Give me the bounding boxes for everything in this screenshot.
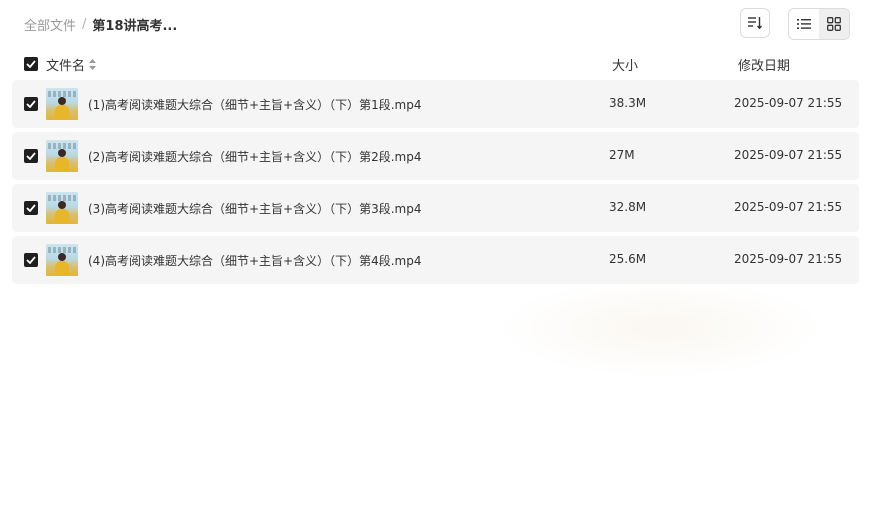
video-thumbnail — [46, 244, 78, 276]
file-name[interactable]: (4)高考阅读难题大综合（细节+主旨+含义）（下）第4段.mp4 — [88, 252, 422, 269]
file-size: 25.6M — [609, 252, 647, 266]
video-thumbnail — [46, 192, 78, 224]
file-row[interactable]: (3)高考阅读难题大综合（细节+主旨+含义）（下）第3段.mp4 32.8M 2… — [12, 184, 859, 232]
sort-icon — [748, 17, 763, 30]
file-name[interactable]: (3)高考阅读难题大综合（细节+主旨+含义）（下）第3段.mp4 — [88, 200, 422, 217]
background-glow — [496, 278, 826, 378]
list-view-button[interactable] — [789, 9, 819, 39]
breadcrumb-root-link[interactable]: 全部文件 — [24, 15, 76, 34]
table-header: 文件名 大小 修改日期 — [0, 54, 874, 74]
row-checkbox[interactable] — [24, 97, 38, 111]
checkmark-icon — [26, 60, 36, 68]
checkmark-icon — [26, 100, 36, 108]
checkmark-icon — [26, 204, 36, 212]
checkmark-icon — [26, 152, 36, 160]
row-checkbox[interactable] — [24, 201, 38, 215]
file-row[interactable]: (1)高考阅读难题大综合（细节+主旨+含义）（下）第1段.mp4 38.3M 2… — [12, 80, 859, 128]
video-thumbnail — [46, 140, 78, 172]
column-header-name-label: 文件名 — [46, 59, 86, 74]
select-all-checkbox[interactable] — [24, 57, 38, 71]
column-header-date[interactable]: 修改日期 — [738, 55, 790, 74]
list-view-icon — [797, 19, 811, 29]
file-size: 27M — [609, 148, 635, 162]
sort-button[interactable] — [740, 8, 770, 38]
file-browser: 全部文件 / 第18讲高考... 文件名 大小 修改日期 (1)高考阅读难题大综… — [0, 0, 874, 514]
file-list: (1)高考阅读难题大综合（细节+主旨+含义）（下）第1段.mp4 38.3M 2… — [12, 80, 859, 288]
breadcrumb-current-folder: 第18讲高考... — [92, 18, 178, 34]
row-checkbox[interactable] — [24, 149, 38, 163]
file-name[interactable]: (2)高考阅读难题大综合（细节+主旨+含义）（下）第2段.mp4 — [88, 148, 422, 165]
column-header-name[interactable]: 文件名 — [46, 55, 97, 74]
video-thumbnail — [46, 88, 78, 120]
file-date: 2025-09-07 21:55 — [734, 200, 843, 214]
breadcrumb: 全部文件 / 第18讲高考... — [24, 14, 177, 34]
file-row[interactable]: (2)高考阅读难题大综合（细节+主旨+含义）（下）第2段.mp4 27M 202… — [12, 132, 859, 180]
breadcrumb-separator: / — [82, 16, 87, 32]
column-header-size[interactable]: 大小 — [612, 55, 638, 74]
file-date: 2025-09-07 21:55 — [734, 148, 843, 162]
file-date: 2025-09-07 21:55 — [734, 96, 843, 110]
file-date: 2025-09-07 21:55 — [734, 252, 843, 266]
grid-view-icon — [827, 17, 841, 31]
row-checkbox[interactable] — [24, 253, 38, 267]
file-size: 32.8M — [609, 200, 647, 214]
file-row[interactable]: (4)高考阅读难题大综合（细节+主旨+含义）（下）第4段.mp4 25.6M 2… — [12, 236, 859, 284]
sort-toggle-icon[interactable] — [89, 59, 97, 70]
checkmark-icon — [26, 256, 36, 264]
file-size: 38.3M — [609, 96, 647, 110]
grid-view-button[interactable] — [819, 9, 849, 39]
view-toggle — [788, 8, 850, 40]
file-name[interactable]: (1)高考阅读难题大综合（细节+主旨+含义）（下）第1段.mp4 — [88, 96, 422, 113]
